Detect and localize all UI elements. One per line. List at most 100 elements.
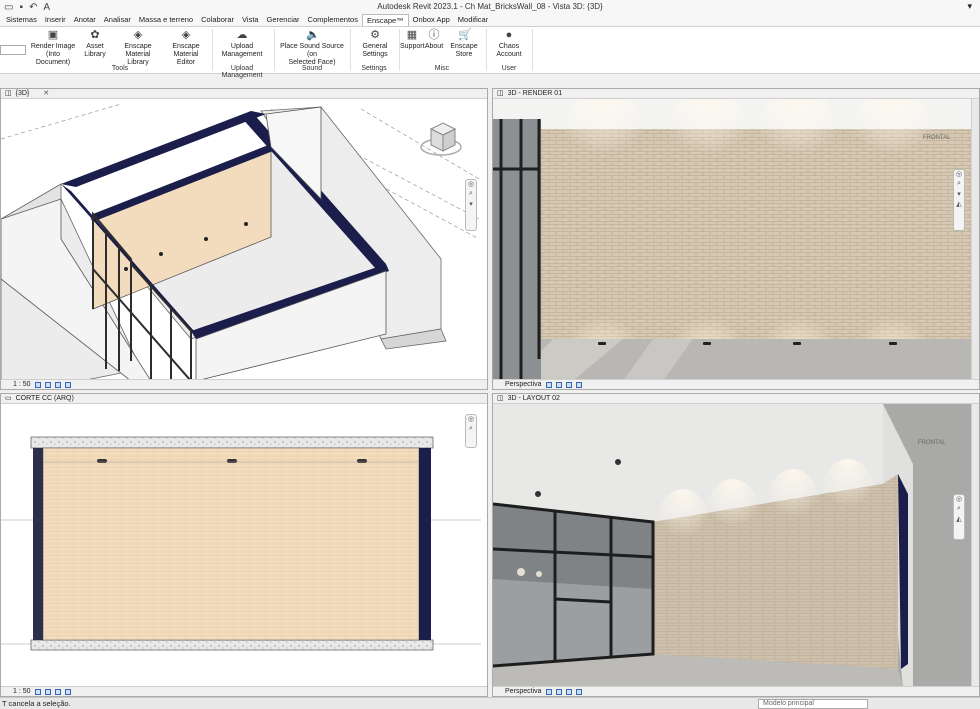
steering-wheel-icon[interactable]: ◎	[466, 180, 476, 190]
crop-icon[interactable]	[575, 688, 582, 695]
title-bar: ▭ ▪ ↶ A Autodesk Revit 2023.1 - Ch Mat_B…	[0, 0, 980, 14]
upload-management-button[interactable]: ☁ Upload Management	[214, 29, 270, 59]
zoom-icon[interactable]: ⌕	[466, 425, 476, 435]
detail-level-icon[interactable]	[34, 688, 41, 695]
viewport-title: 3D - RENDER 01	[507, 89, 563, 97]
navigation-bar[interactable]: ◎ ⌕ ▾ ◭	[953, 169, 965, 231]
material-library-button[interactable]: ◈ Enscape Material Library	[114, 29, 162, 67]
sun-path-icon[interactable]	[54, 688, 61, 695]
viewport-render-01[interactable]: ◫ 3D - RENDER 01 FRONTAL ◎ ⌕ ▾ ◭ Perspec…	[492, 88, 980, 390]
support-button[interactable]: ▦ Support	[400, 29, 425, 51]
navigation-bar[interactable]: ◎ ⌕ ▾	[465, 179, 477, 231]
visual-style-icon[interactable]	[44, 688, 51, 695]
material-editor-icon: ◈	[181, 29, 191, 41]
tab-gerenciar[interactable]: Gerenciar	[263, 14, 304, 26]
active-workset-dropdown[interactable]: Modelo principal	[758, 699, 868, 709]
navigation-bar[interactable]: ◎ ⌕	[465, 414, 477, 448]
scale-label[interactable]: 1 : 50	[13, 687, 31, 697]
enscape-ribbon: ▣ Render Image (Into Document) ✿ Asset L…	[0, 26, 980, 79]
tab-colaborar[interactable]: Colaborar	[197, 14, 238, 26]
visual-style-icon[interactable]	[545, 381, 552, 388]
undo-icon[interactable]: ↶	[29, 2, 37, 13]
tab-complementos[interactable]: Complementos	[304, 14, 362, 26]
scale-label[interactable]: 1 : 50	[13, 380, 31, 390]
asset-library-button[interactable]: ✿ Asset Library	[76, 29, 114, 59]
left-dropdown[interactable]	[0, 45, 26, 55]
view-control-bar: 1 : 50	[1, 379, 487, 389]
place-sound-source-button[interactable]: 🔈 Place Sound Source (on Selected Face)	[276, 29, 348, 67]
pan-icon[interactable]: ▾	[954, 190, 964, 200]
save-icon[interactable]: ▪	[19, 2, 23, 13]
zoom-icon[interactable]: ⌕	[466, 190, 476, 200]
chaos-account-button[interactable]: ● Chaos Account	[488, 29, 530, 59]
viewport-canvas[interactable]: FRONTAL ◎ ⌕ ▾ ◭	[493, 99, 979, 379]
fly-icon[interactable]: ◭	[954, 200, 964, 210]
viewport-header: ▭ CORTE CC (ARQ)	[1, 394, 487, 404]
about-button[interactable]: ⓘ About	[424, 29, 444, 51]
general-settings-button[interactable]: ⚙ General Settings	[352, 29, 398, 59]
viewport-section-cc[interactable]: ▭ CORTE CC (ARQ) ◎ ⌕ 1: 50	[0, 393, 488, 697]
viewport-canvas[interactable]: FRONTAL ◎ ⌕ ◭	[493, 404, 979, 686]
window-menu-icon[interactable]: ▾	[967, 1, 972, 12]
ribbon-separator	[486, 29, 487, 71]
sun-path-icon[interactable]	[555, 381, 562, 388]
enscape-store-label: Enscape Store	[450, 43, 478, 58]
shadows-icon[interactable]	[565, 688, 572, 695]
pan-icon[interactable]: ▾	[466, 200, 476, 210]
steering-wheel-icon[interactable]: ◎	[954, 495, 964, 505]
tab-vista[interactable]: Vista	[238, 14, 263, 26]
fly-icon[interactable]: ◭	[954, 515, 964, 525]
tab-sistemas[interactable]: Sistemas	[2, 14, 41, 26]
render-image-button[interactable]: ▣ Render Image (Into Document)	[30, 29, 76, 67]
tab-analisar[interactable]: Analisar	[100, 14, 135, 26]
chaos-account-label: Chaos Account	[496, 43, 522, 58]
view-3d-icon: ◫	[497, 89, 504, 97]
text-a-icon[interactable]: A	[43, 2, 50, 13]
shadows-icon[interactable]	[565, 381, 572, 388]
view-control-bar: Perspectiva	[493, 686, 979, 696]
viewport-canvas[interactable]: ◎ ⌕	[1, 404, 487, 686]
close-icon[interactable]: ✕	[43, 89, 49, 99]
window-title: Autodesk Revit 2023.1 - Ch Mat_BricksWal…	[377, 2, 603, 11]
render-scene: FRONTAL	[493, 404, 971, 686]
about-label: About	[424, 43, 444, 50]
vertical-scrollbar[interactable]	[971, 99, 979, 379]
view-cube-label: FRONTAL	[918, 440, 946, 446]
steering-wheel-icon[interactable]: ◎	[954, 170, 964, 180]
tab-inserir[interactable]: Inserir	[41, 14, 70, 26]
vertical-scrollbar[interactable]	[971, 404, 979, 686]
open-icon[interactable]: ▭	[4, 2, 13, 13]
asset-library-icon: ✿	[90, 29, 100, 41]
sun-path-icon[interactable]	[555, 688, 562, 695]
sun-path-icon[interactable]	[54, 381, 61, 388]
render-scene: FRONTAL	[493, 99, 971, 379]
viewport-layout-02[interactable]: ◫ 3D - LAYOUT 02 FRONTAL ◎ ⌕ ◭ Perspecti…	[492, 393, 980, 697]
shadows-icon[interactable]	[64, 688, 71, 695]
zoom-icon[interactable]: ⌕	[954, 505, 964, 515]
gears-icon: ⚙	[370, 29, 380, 41]
section-view-icon: ▭	[5, 394, 12, 402]
visual-style-icon[interactable]	[44, 381, 51, 388]
crop-icon[interactable]	[575, 381, 582, 388]
zoom-icon[interactable]: ⌕	[954, 180, 964, 190]
visual-style-icon[interactable]	[545, 688, 552, 695]
perspective-label[interactable]: Perspectiva	[505, 380, 542, 390]
view-control-bar: Perspectiva	[493, 379, 979, 389]
tab-massa-terreno[interactable]: Massa e terreno	[135, 14, 197, 26]
tab-onbox-app[interactable]: Onbox App	[409, 14, 454, 26]
material-editor-button[interactable]: ◈ Enscape Material Editor	[162, 29, 210, 67]
render-icon: ▣	[47, 29, 59, 41]
viewport-3d[interactable]: ◫ {3D} ✕ ◎ ⌕ ▾ 1: 50	[0, 88, 488, 390]
navigation-bar[interactable]: ◎ ⌕ ◭	[953, 494, 965, 540]
perspective-label[interactable]: Perspectiva	[505, 687, 542, 697]
steering-wheel-icon[interactable]: ◎	[466, 415, 476, 425]
shadows-icon[interactable]	[64, 381, 71, 388]
upload-management-label: Upload Management	[221, 43, 263, 58]
panel-settings: Settings	[361, 65, 387, 72]
tab-anotar[interactable]: Anotar	[70, 14, 100, 26]
tab-enscape[interactable]: Enscape™	[361, 14, 409, 26]
detail-level-icon[interactable]	[34, 381, 41, 388]
tab-modificar[interactable]: Modificar	[454, 14, 492, 26]
enscape-store-button[interactable]: 🛒 Enscape Store	[444, 29, 484, 59]
viewport-canvas[interactable]: ◎ ⌕ ▾	[1, 99, 487, 379]
